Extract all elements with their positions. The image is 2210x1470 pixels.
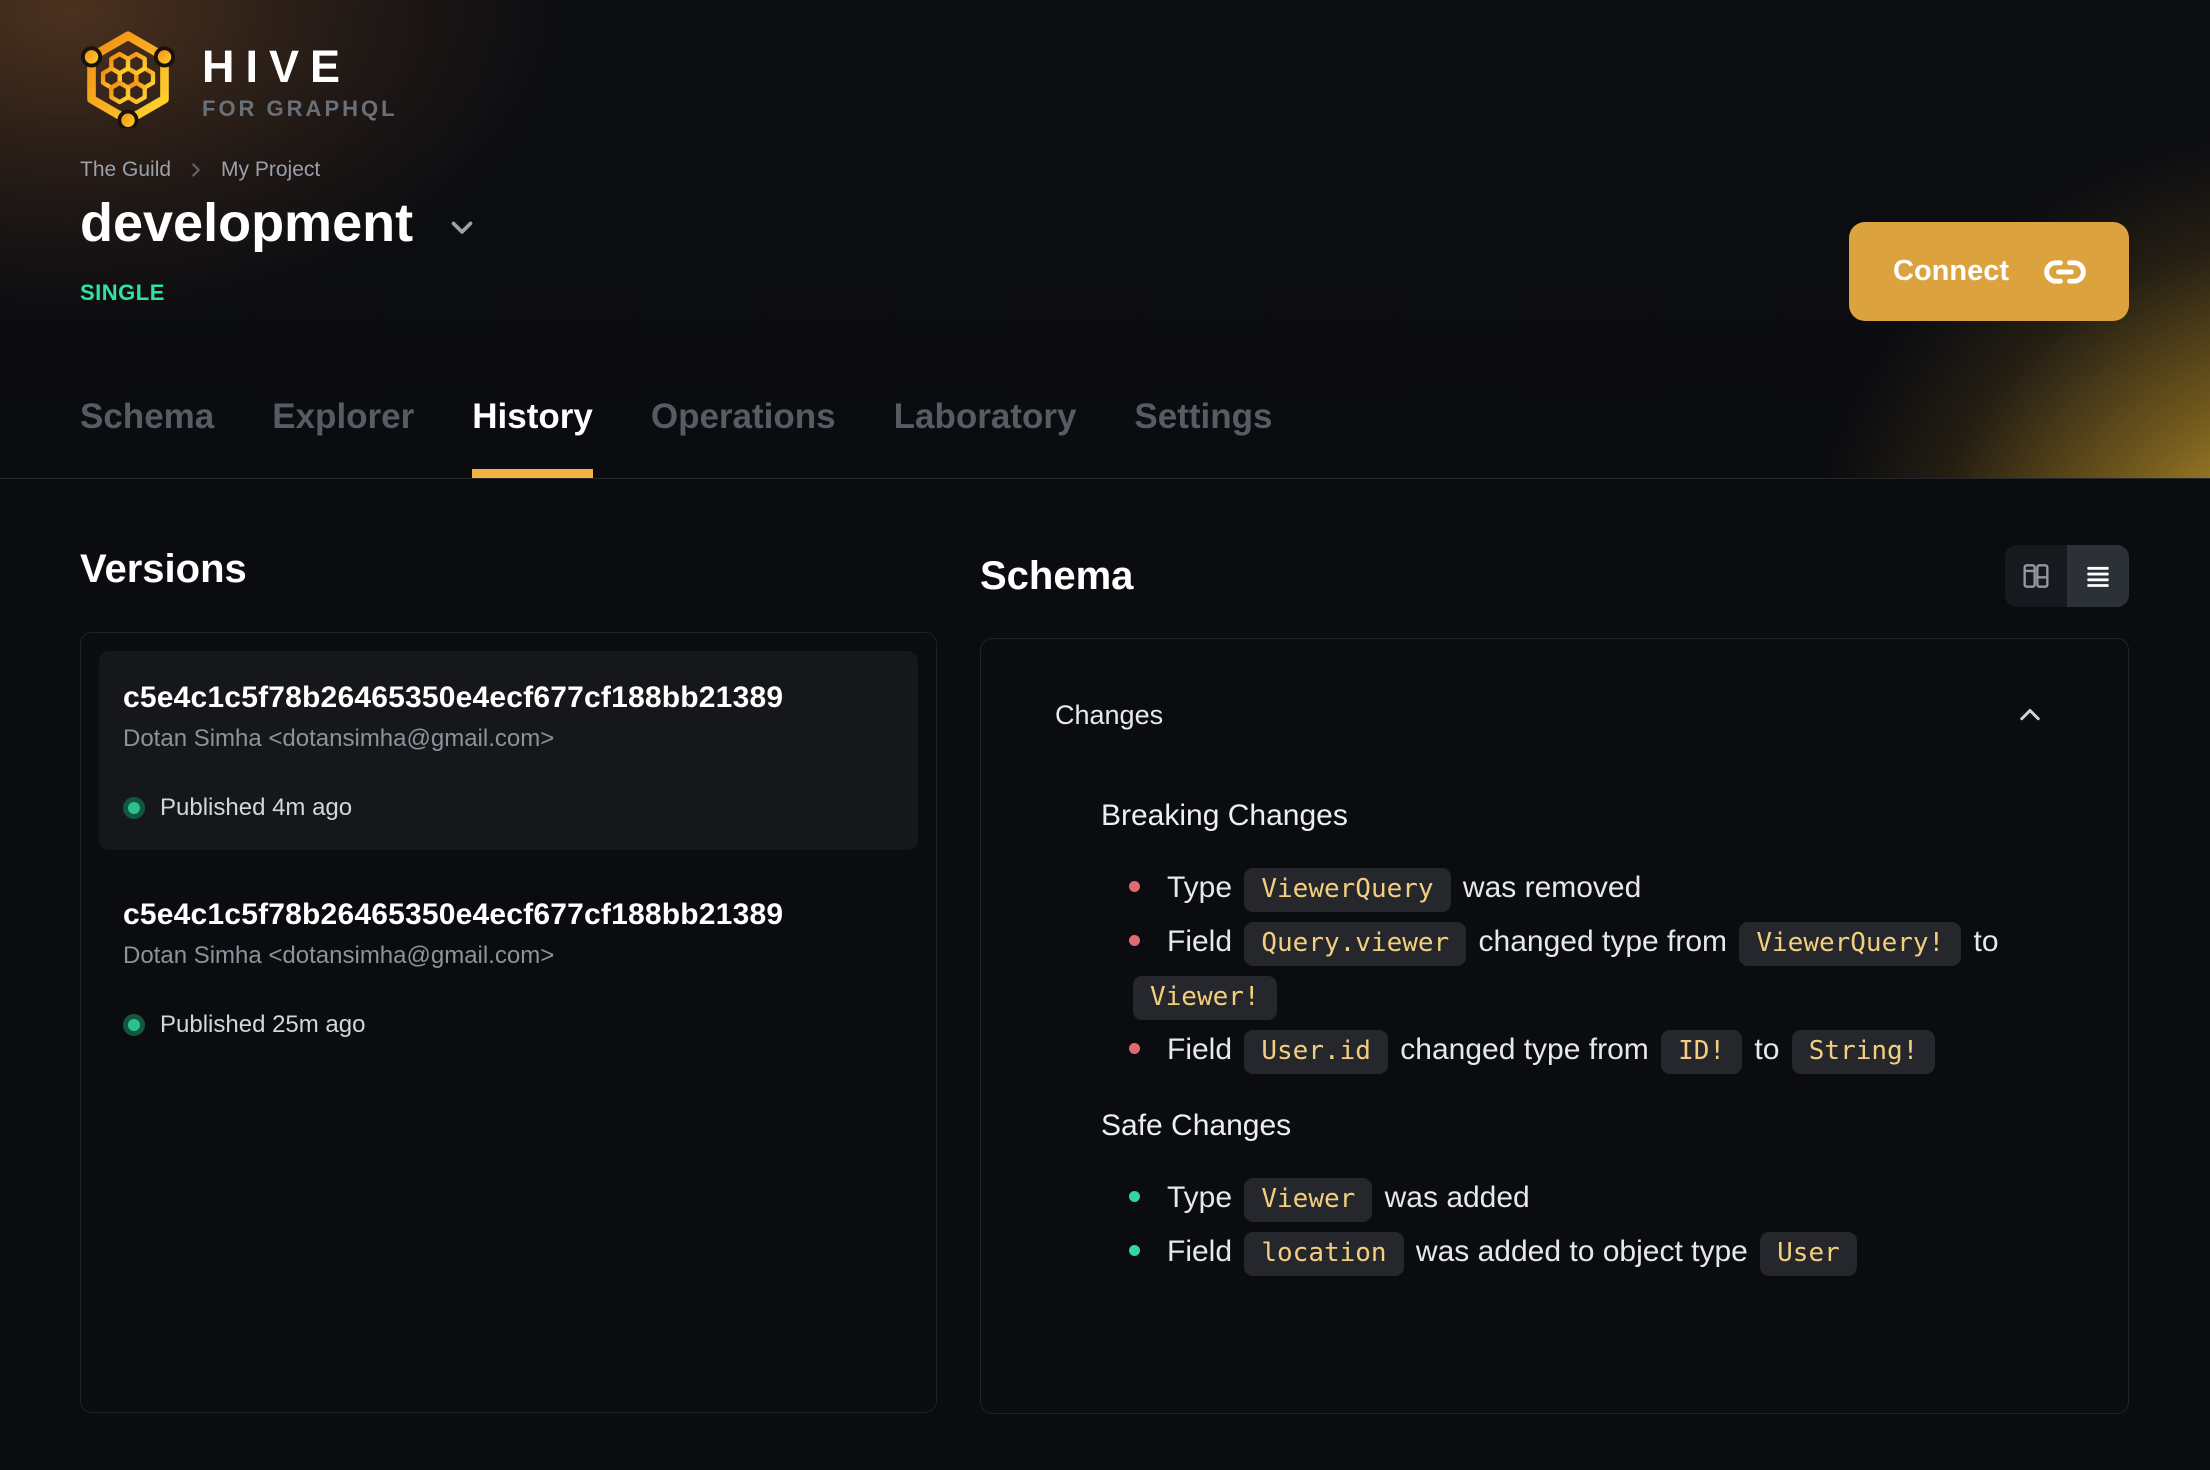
tab-laboratory[interactable]: Laboratory bbox=[894, 396, 1077, 478]
published-dot-icon bbox=[123, 797, 145, 819]
tab-operations[interactable]: Operations bbox=[651, 396, 836, 478]
tab-schema[interactable]: Schema bbox=[80, 396, 214, 478]
main-content: Versions c5e4c1c5f78b26465350e4ecf677cf1… bbox=[0, 479, 2210, 1414]
change-text: changed type from bbox=[1391, 1033, 1658, 1066]
change-text: Type bbox=[1167, 871, 1241, 904]
schema-changes-panel: Changes Breaking Changes Type ViewerQuer… bbox=[980, 638, 2129, 1414]
chevron-right-icon bbox=[185, 159, 207, 181]
change-text: was added bbox=[1376, 1181, 1530, 1214]
connect-button-label: Connect bbox=[1893, 255, 2009, 287]
brand-wordmark: HIVE FOR GRAPHQL bbox=[202, 28, 398, 120]
hive-logo-icon bbox=[80, 31, 176, 128]
code-token: User.id bbox=[1244, 1030, 1388, 1074]
link-icon bbox=[2043, 250, 2087, 294]
change-text: was added to object type bbox=[1407, 1235, 1757, 1268]
code-token: Query.viewer bbox=[1244, 922, 1467, 966]
change-item: Field User.id changed type from ID! to S… bbox=[1129, 1023, 2001, 1077]
schema-column: Schema Changes Breaking Changes Type Vie… bbox=[980, 545, 2129, 1414]
change-text: Type bbox=[1167, 1181, 1241, 1214]
chevron-up-icon[interactable] bbox=[2012, 697, 2048, 733]
rows-view-button[interactable] bbox=[2067, 545, 2129, 607]
view-mode-toggle bbox=[2005, 545, 2129, 607]
version-hash: c5e4c1c5f78b26465350e4ecf677cf188bb21389 bbox=[123, 681, 784, 714]
versions-panel: c5e4c1c5f78b26465350e4ecf677cf188bb21389… bbox=[80, 632, 937, 1413]
changes-collapse-header[interactable]: Changes bbox=[981, 639, 2128, 733]
version-status-text: Published 4m ago bbox=[160, 794, 353, 821]
change-text: to bbox=[1965, 925, 1999, 958]
change-item: Type ViewerQuery was removed bbox=[1129, 861, 2001, 915]
change-text: Field bbox=[1167, 925, 1241, 958]
versions-column: Versions c5e4c1c5f78b26465350e4ecf677cf1… bbox=[80, 545, 937, 1414]
code-token: ViewerQuery! bbox=[1739, 922, 1962, 966]
code-token: String! bbox=[1791, 1030, 1936, 1074]
change-item: Field Query.viewer changed type from Vie… bbox=[1129, 915, 2001, 1023]
safe-bullet-icon bbox=[1129, 1245, 1140, 1257]
version-author: Dotan Simha <dotansimha@gmail.com> bbox=[123, 725, 555, 752]
hive-dashboard: HIVE FOR GRAPHQL The Guild My Project de… bbox=[0, 0, 2210, 1470]
tab-settings[interactable]: Settings bbox=[1134, 396, 1272, 478]
changes-body: Breaking Changes Type ViewerQuery was re… bbox=[981, 733, 2128, 1279]
change-item: Field location was added to object type … bbox=[1129, 1225, 2001, 1279]
code-token: ViewerQuery bbox=[1244, 868, 1451, 912]
code-token: location bbox=[1244, 1232, 1404, 1276]
schema-header-row: Schema bbox=[980, 545, 2129, 607]
tab-bar: Schema Explorer History Operations Labor… bbox=[80, 396, 1273, 478]
page-title: development bbox=[80, 193, 414, 253]
change-text: was removed bbox=[1454, 871, 1642, 904]
tab-explorer[interactable]: Explorer bbox=[272, 396, 414, 478]
version-author: Dotan Simha <dotansimha@gmail.com> bbox=[123, 942, 555, 969]
brand-name: HIVE bbox=[202, 41, 352, 92]
breaking-bullet-icon bbox=[1129, 1043, 1140, 1055]
breadcrumb-org[interactable]: The Guild bbox=[80, 158, 171, 182]
page-header: HIVE FOR GRAPHQL The Guild My Project de… bbox=[0, 0, 2210, 479]
code-token: Viewer bbox=[1244, 1178, 1373, 1222]
rows-icon bbox=[2082, 560, 2114, 592]
code-token: ID! bbox=[1661, 1030, 1743, 1074]
version-list-item[interactable]: c5e4c1c5f78b26465350e4ecf677cf188bb21389… bbox=[99, 868, 918, 1067]
breadcrumb: The Guild My Project bbox=[80, 158, 320, 182]
version-status: Published 25m ago bbox=[123, 1011, 894, 1039]
version-status-text: Published 25m ago bbox=[160, 1011, 366, 1038]
safe-bullet-icon bbox=[1129, 1191, 1140, 1203]
code-token: Viewer! bbox=[1133, 976, 1277, 1020]
code-token: User bbox=[1760, 1232, 1857, 1276]
version-status: Published 4m ago bbox=[123, 794, 894, 822]
change-text: Field bbox=[1167, 1033, 1241, 1066]
change-item: Type Viewer was added bbox=[1129, 1171, 2001, 1225]
changes-label: Changes bbox=[1055, 699, 1164, 730]
target-mode-badge: SINGLE bbox=[80, 280, 165, 305]
breadcrumb-project[interactable]: My Project bbox=[221, 158, 320, 182]
version-list-item[interactable]: c5e4c1c5f78b26465350e4ecf677cf188bb21389… bbox=[99, 651, 918, 850]
breaking-changes-list: Type ViewerQuery was removed Field Query… bbox=[1101, 861, 2001, 1077]
tab-history[interactable]: History bbox=[472, 396, 593, 478]
published-dot-icon bbox=[123, 1014, 145, 1036]
connect-button[interactable]: Connect bbox=[1849, 222, 2129, 321]
change-text: to bbox=[1746, 1033, 1788, 1066]
chevron-down-icon[interactable] bbox=[445, 210, 479, 244]
target-title-row: development bbox=[80, 192, 479, 254]
change-text: changed type from bbox=[1470, 925, 1736, 958]
schema-heading: Schema bbox=[980, 554, 1134, 598]
version-hash: c5e4c1c5f78b26465350e4ecf677cf188bb21389 bbox=[123, 898, 784, 931]
safe-changes-title: Safe Changes bbox=[1101, 1109, 1292, 1142]
columns-icon bbox=[2020, 560, 2052, 592]
columns-view-button[interactable] bbox=[2005, 545, 2067, 607]
change-text: Field bbox=[1167, 1235, 1241, 1268]
breaking-bullet-icon bbox=[1129, 935, 1140, 947]
breaking-bullet-icon bbox=[1129, 881, 1140, 893]
versions-heading: Versions bbox=[80, 547, 247, 591]
breaking-changes-title: Breaking Changes bbox=[1101, 799, 1348, 832]
brand-tagline: FOR GRAPHQL bbox=[202, 96, 398, 121]
safe-changes-list: Type Viewer was added Field location was… bbox=[1101, 1171, 2001, 1279]
brand-logo[interactable]: HIVE FOR GRAPHQL bbox=[80, 28, 398, 128]
